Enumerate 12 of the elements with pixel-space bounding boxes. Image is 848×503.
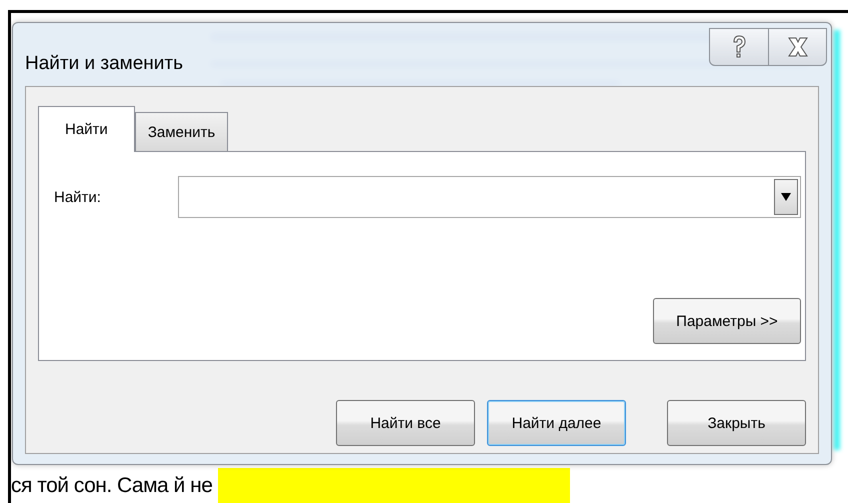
window-title: Найти и заменить — [25, 53, 184, 75]
close-icon — [786, 36, 808, 58]
tab[interactable]: Заменить — [134, 112, 228, 152]
document-text: ся той сон. Сама й не — [11, 474, 212, 498]
dialog-button[interactable]: Найти далее — [487, 400, 626, 446]
dialog-button[interactable]: Закрыть — [667, 400, 806, 446]
tab[interactable]: Найти — [38, 106, 135, 152]
dropdown-button[interactable] — [774, 179, 798, 215]
caret-icon — [781, 193, 791, 201]
options-button[interactable]: Параметры >> — [653, 298, 801, 344]
find-label: Найти: — [54, 188, 102, 206]
dialog-button[interactable]: Найти все — [336, 400, 475, 446]
